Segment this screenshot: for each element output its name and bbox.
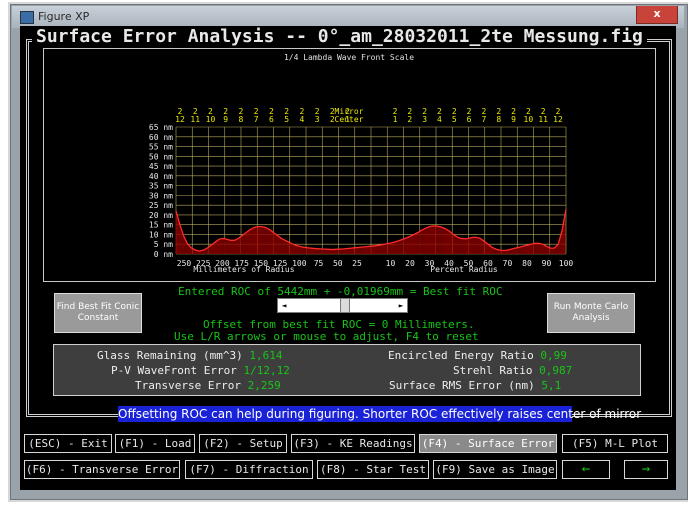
glass-remaining-label: Glass Remaining (mm^3) bbox=[97, 349, 243, 362]
run-monte-carlo-label: Run Monte Carlo Analysis bbox=[553, 302, 629, 323]
y-tick-label: 20 nm bbox=[149, 211, 173, 220]
zone-label: 6 bbox=[467, 115, 472, 124]
x-tick-label-percent: 20 bbox=[405, 259, 415, 268]
y-tick-label: 65 nm bbox=[149, 123, 173, 132]
zone-label: 3 bbox=[422, 115, 427, 124]
run-monte-carlo-button[interactable]: Run Monte Carlo Analysis bbox=[547, 293, 635, 333]
scroll-left-arrow-icon[interactable]: ◄ bbox=[278, 299, 290, 312]
x-tick-label-percent: 80 bbox=[522, 259, 532, 268]
y-tick-label: 45 nm bbox=[149, 162, 173, 171]
page-title: Surface Error Analysis -- 0°_am_28032011… bbox=[32, 26, 647, 47]
error-fill bbox=[175, 211, 566, 254]
zone-label: 10 bbox=[524, 115, 534, 124]
zone-label: 9 bbox=[223, 115, 228, 124]
roc-instructions-text: Use L/R arrows or mouse to adjust, F4 to… bbox=[174, 330, 479, 343]
x-axis-label-mm: Millimeters of Radius bbox=[193, 265, 294, 274]
stats-panel: Glass Remaining (mm^3) 1,614 P-V WaveFro… bbox=[53, 344, 641, 396]
y-tick-label: 60 nm bbox=[149, 133, 173, 142]
scroll-thumb[interactable] bbox=[340, 299, 350, 312]
strehl-ratio-value: 0,987 bbox=[539, 364, 573, 377]
zone-label: 6 bbox=[269, 115, 274, 124]
zone-label: 9 bbox=[511, 115, 516, 124]
find-best-fit-conic-label: Find Best Fit Conic Constant bbox=[56, 302, 140, 323]
y-tick-label: 40 nm bbox=[149, 172, 173, 181]
zone-label: 5 bbox=[284, 115, 289, 124]
close-button[interactable]: x bbox=[636, 6, 678, 24]
zone-label: 7 bbox=[254, 115, 259, 124]
x-tick-label-mm: 50 bbox=[333, 259, 343, 268]
surface-error-button[interactable]: (F4) - Surface Error bbox=[419, 434, 557, 453]
ml-plot-button[interactable]: (F5) M-L Plot bbox=[562, 434, 668, 453]
next-arrow-button[interactable]: → bbox=[624, 460, 668, 479]
zone-label: 12 bbox=[175, 115, 185, 124]
x-tick-label-mm: 75 bbox=[314, 259, 324, 268]
zone-label: 7 bbox=[481, 115, 486, 124]
encircled-energy-label: Encircled Energy Ratio bbox=[388, 349, 534, 362]
save-image-button[interactable]: (F9) Save as Image bbox=[433, 460, 557, 479]
zone-label: 3 bbox=[315, 115, 320, 124]
find-best-fit-conic-button[interactable]: Find Best Fit Conic Constant bbox=[54, 293, 142, 333]
roc-offset-scrollbar[interactable]: ◄ ► bbox=[277, 298, 408, 313]
y-tick-label: 5 nm bbox=[154, 240, 173, 249]
scroll-right-arrow-icon[interactable]: ► bbox=[395, 299, 407, 312]
zone-label: 12 bbox=[553, 115, 563, 124]
star-test-button[interactable]: (F8) - Star Test bbox=[317, 460, 429, 479]
info-bar: Offsetting ROC can help during figuring.… bbox=[118, 406, 642, 422]
surface-rms-value: 5,1 bbox=[541, 379, 562, 392]
diffraction-button[interactable]: (F7) - Diffraction bbox=[185, 460, 313, 479]
y-tick-label: 25 nm bbox=[149, 201, 173, 210]
zone-label: 8 bbox=[239, 115, 244, 124]
window-titlebar[interactable]: Figure XP x bbox=[12, 6, 684, 28]
roc-entered-text: Entered ROC of 5442mm + -0,01969mm = Bes… bbox=[178, 285, 503, 298]
chart-title: 1/4 Lambda Wave Front Scale bbox=[284, 53, 414, 62]
exit-button[interactable]: (ESC) - Exit bbox=[24, 434, 112, 453]
y-tick-label: 55 nm bbox=[149, 143, 173, 152]
x-tick-label-percent: 100 bbox=[559, 259, 574, 268]
x-tick-label-percent: 10 bbox=[386, 259, 396, 268]
surface-error-plot: 1/4 Lambda Wave Front Scale 65 nm 60 nm 55… bbox=[43, 48, 656, 282]
zone-label: 11 bbox=[538, 115, 548, 124]
y-tick-label: 0 nm bbox=[154, 250, 173, 259]
y-tick-label: 50 nm bbox=[149, 152, 173, 161]
x-tick-label-percent: 90 bbox=[542, 259, 552, 268]
setup-button[interactable]: (F2) - Setup bbox=[199, 434, 287, 453]
zone-label: 10 bbox=[206, 115, 216, 124]
previous-arrow-button[interactable]: ← bbox=[562, 460, 610, 479]
zone-label: 4 bbox=[299, 115, 304, 124]
zone-label: 4 bbox=[437, 115, 442, 124]
app-icon bbox=[20, 11, 34, 24]
load-button[interactable]: (F1) - Load bbox=[115, 434, 195, 453]
x-tick-label-mm: 250 bbox=[177, 259, 192, 268]
ke-readings-button[interactable]: (F3) - KE Readings bbox=[291, 434, 415, 453]
pv-wavefront-label: P-V WaveFront Error bbox=[111, 364, 237, 377]
y-tick-label: 15 nm bbox=[149, 221, 173, 230]
zone-label: 8 bbox=[496, 115, 501, 124]
plot-grid bbox=[175, 126, 567, 255]
plot-svg: 1/4 Lambda Wave Front Scale 65 nm60 nm55… bbox=[149, 53, 574, 274]
mirror-center-label: Center bbox=[335, 115, 364, 124]
x-axis-label-percent: Percent Radius bbox=[430, 265, 498, 274]
pv-wavefront-value: 1/12,12 bbox=[243, 364, 290, 377]
zone-label: 5 bbox=[452, 115, 457, 124]
zone-label: 1 bbox=[393, 115, 398, 124]
surface-rms-label: Surface RMS Error (nm) bbox=[389, 379, 535, 392]
strehl-ratio-label: Strehl Ratio bbox=[453, 364, 533, 377]
y-tick-label: 10 nm bbox=[149, 230, 173, 239]
transverse-error-value: 2,259 bbox=[247, 379, 281, 392]
y-tick-label: 35 nm bbox=[149, 182, 173, 191]
y-axis-ticks: 65 nm60 nm55 nm50 nm45 nm40 nm35 nm30 nm… bbox=[149, 123, 173, 259]
transverse-error-button[interactable]: (F6) - Transverse Error bbox=[24, 460, 180, 479]
zone-label: 2 bbox=[407, 115, 412, 124]
zone-labels: 2122112102928272625242322212122232425262… bbox=[175, 107, 563, 124]
encircled-energy-value: 0,99 bbox=[540, 349, 567, 362]
transverse-error-label: Transverse Error bbox=[135, 379, 241, 392]
x-tick-label-mm: 25 bbox=[352, 259, 362, 268]
y-tick-label: 30 nm bbox=[149, 191, 173, 200]
x-tick-label-percent: 70 bbox=[503, 259, 513, 268]
app-client-area: Surface Error Analysis -- 0°_am_28032011… bbox=[20, 26, 676, 490]
window-title: Figure XP bbox=[38, 10, 90, 23]
zone-label: 11 bbox=[190, 115, 200, 124]
glass-remaining-value: 1,614 bbox=[249, 349, 283, 362]
